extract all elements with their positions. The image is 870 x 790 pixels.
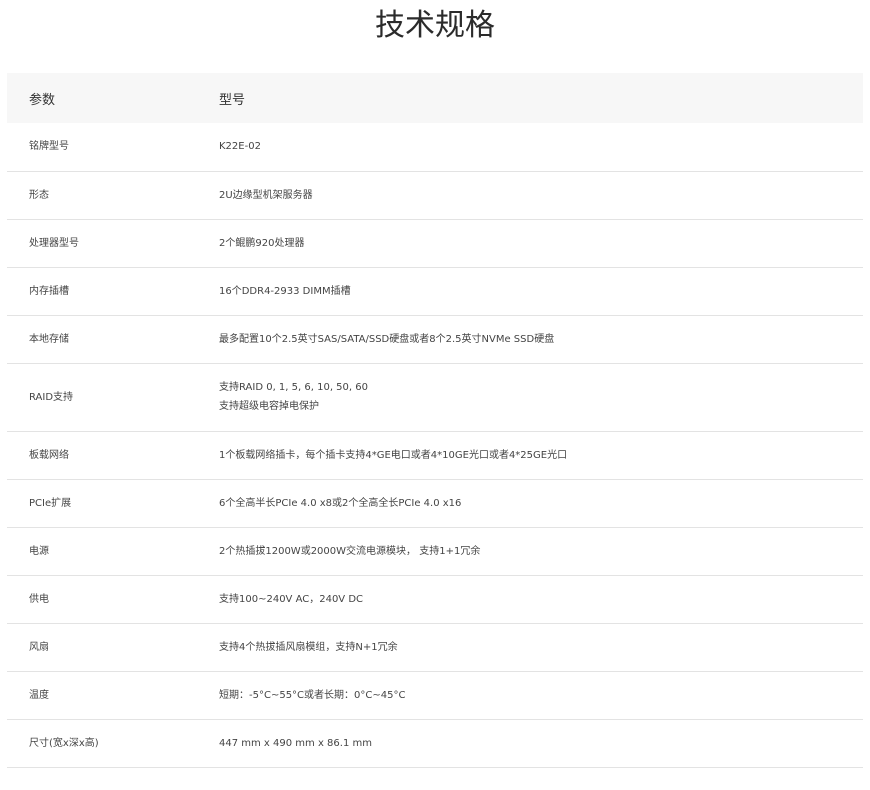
row-value-line: 2个鲲鹏920处理器 <box>219 237 305 249</box>
table-row: 板载网络 1个板载网络插卡，每个插卡支持4*GE电口或者4*10GE光口或者4*… <box>7 431 863 479</box>
row-value: 1个板载网络插卡，每个插卡支持4*GE电口或者4*10GE光口或者4*25GE光… <box>197 431 863 479</box>
row-param: 铭牌型号 <box>29 141 69 153</box>
row-value: 支持4个热拔插风扇模组，支持N+1冗余 <box>197 623 863 671</box>
row-value-line: 16个DDR4-2933 DIMM插槽 <box>219 285 351 297</box>
row-value-line: 6个全高半长PCIe 4.0 x8或2个全高全长PCIe 4.0 x16 <box>219 497 462 509</box>
table-row: PCIe扩展 6个全高半长PCIe 4.0 x8或2个全高全长PCIe 4.0 … <box>7 479 863 527</box>
table-row: 风扇 支持4个热拔插风扇模组，支持N+1冗余 <box>7 623 863 671</box>
row-param: 本地存储 <box>29 333 69 345</box>
row-value-line: 短期：-5°C~55°C或者长期：0°C~45°C <box>219 689 406 701</box>
table-row: 形态 2U边缘型机架服务器 <box>7 171 863 219</box>
spec-table: 参数 型号 铭牌型号 K22E-02 形态 2U边缘型机架服务器 处理器型号 2… <box>7 73 863 768</box>
row-param: 温度 <box>29 689 49 701</box>
row-param: 风扇 <box>29 641 49 653</box>
row-param: PCIe扩展 <box>29 497 72 509</box>
table-row: 铭牌型号 K22E-02 <box>7 123 863 171</box>
header-param: 参数 <box>29 92 56 108</box>
table-row: 尺寸(宽x深x高) 447 mm x 490 mm x 86.1 mm <box>7 719 863 767</box>
row-value: 2个鲲鹏920处理器 <box>197 219 863 267</box>
row-value-line: 支持RAID 0, 1, 5, 6, 10, 50, 60 <box>219 382 368 393</box>
row-value-line: 支持4个热拔插风扇模组，支持N+1冗余 <box>219 641 398 653</box>
table-row: 电源 2个热插拔1200W或2000W交流电源模块， 支持1+1冗余 <box>7 527 863 575</box>
row-value-line: 447 mm x 490 mm x 86.1 mm <box>219 737 372 749</box>
row-param: 形态 <box>29 189 49 201</box>
row-value: 2个热插拔1200W或2000W交流电源模块， 支持1+1冗余 <box>197 527 863 575</box>
row-param: 尺寸(宽x深x高) <box>29 737 99 749</box>
row-value: 447 mm x 490 mm x 86.1 mm <box>197 719 863 767</box>
table-row: 本地存储 最多配置10个2.5英寸SAS/SATA/SSD硬盘或者8个2.5英寸… <box>7 315 863 363</box>
row-value: 短期：-5°C~55°C或者长期：0°C~45°C <box>197 671 863 719</box>
page-title: 技术规格 <box>375 8 495 43</box>
row-value-line: K22E-02 <box>219 141 261 153</box>
row-value-line: 支持100~240V AC，240V DC <box>219 593 364 605</box>
header-model: 型号 <box>219 92 246 108</box>
row-value-line: 2个热插拔1200W或2000W交流电源模块， 支持1+1冗余 <box>219 545 481 557</box>
row-param: 板载网络 <box>29 449 69 461</box>
row-value: 16个DDR4-2933 DIMM插槽 <box>197 267 863 315</box>
table-header-row: 参数 型号 <box>7 73 863 123</box>
row-value-line: 1个板载网络插卡，每个插卡支持4*GE电口或者4*10GE光口或者4*25GE光… <box>219 449 568 461</box>
row-value: 最多配置10个2.5英寸SAS/SATA/SSD硬盘或者8个2.5英寸NVMe … <box>197 315 863 363</box>
row-value: 支持100~240V AC，240V DC <box>197 575 863 623</box>
row-param: 内存插槽 <box>29 285 69 297</box>
row-param: 供电 <box>29 593 49 605</box>
row-param: RAID支持 <box>29 391 74 403</box>
table-row: 内存插槽 16个DDR4-2933 DIMM插槽 <box>7 267 863 315</box>
row-value-line: 2U边缘型机架服务器 <box>219 189 313 201</box>
row-value-line: 支持超级电容掉电保护 <box>219 401 319 412</box>
table-row: 温度 短期：-5°C~55°C或者长期：0°C~45°C <box>7 671 863 719</box>
table-row: RAID支持 支持RAID 0, 1, 5, 6, 10, 50, 60 支持超… <box>7 363 863 431</box>
row-value: 6个全高半长PCIe 4.0 x8或2个全高全长PCIe 4.0 x16 <box>197 479 863 527</box>
row-value: 2U边缘型机架服务器 <box>197 171 863 219</box>
row-param: 处理器型号 <box>29 237 79 249</box>
row-param: 电源 <box>29 545 49 557</box>
table-row: 处理器型号 2个鲲鹏920处理器 <box>7 219 863 267</box>
row-value: K22E-02 <box>197 123 863 171</box>
row-value-line: 最多配置10个2.5英寸SAS/SATA/SSD硬盘或者8个2.5英寸NVMe … <box>219 333 555 345</box>
table-row: 供电 支持100~240V AC，240V DC <box>7 575 863 623</box>
row-value: 支持RAID 0, 1, 5, 6, 10, 50, 60 支持超级电容掉电保护 <box>197 363 863 431</box>
